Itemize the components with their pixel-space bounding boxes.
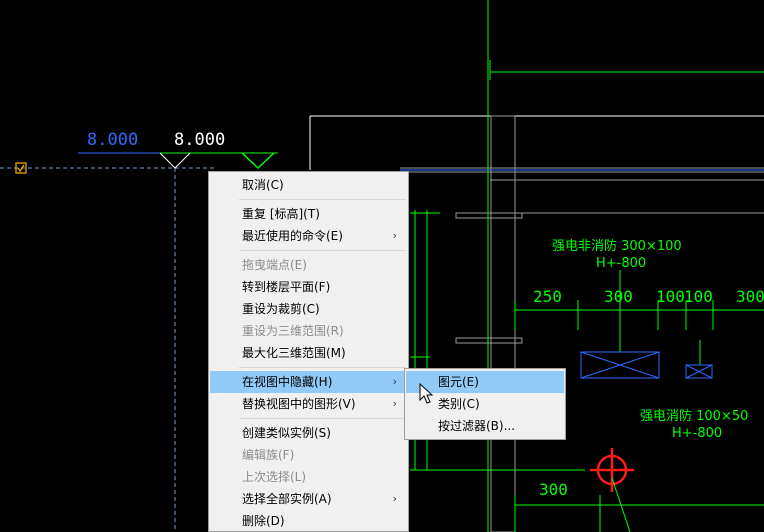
dimension-label: 300 [736, 287, 764, 306]
cable-tray-label: 强电消防 100×50 [640, 408, 748, 424]
menu-item-maximize-3d-extents[interactable]: 最大化三维范围(M) [210, 342, 407, 364]
mouse-pointer-icon [419, 383, 433, 404]
menu-item-cancel[interactable]: 取消(C) [210, 174, 407, 196]
context-menu: 取消(C) 重复 [标高](T) 最近使用的命令(E) › 拖曳端点(E) 转到楼… [208, 171, 409, 532]
menu-item-hide-in-view[interactable]: 在视图中隐藏(H) › [210, 371, 407, 393]
cable-tray-elevation: H+-800 [596, 256, 646, 271]
menu-item-edit-family: 编辑族(F) [242, 448, 295, 462]
menu-item-repeat[interactable]: 重复 [标高](T) [210, 203, 407, 225]
submenu-item-by-filter[interactable]: 按过滤器(B)... [406, 415, 564, 437]
dimension-label: 300 [604, 287, 633, 306]
menu-item-create-similar[interactable]: 创建类似实例(S) [210, 422, 407, 444]
chevron-right-icon: › [392, 375, 397, 388]
menu-item-recent-commands[interactable]: 最近使用的命令(E) › [210, 225, 407, 247]
menu-item-last-selection: 上次选择(L) [242, 470, 307, 484]
menu-item-override-graphics[interactable]: 替换视图中的图形(V) › [210, 393, 407, 415]
elevation-label: 8.000 [87, 130, 138, 150]
menu-item-reset-to-3d-extents: 重设为三维范围(R) [242, 324, 344, 338]
chevron-right-icon: › [392, 397, 397, 410]
cable-tray-label: 强电非消防 300×100 [552, 238, 682, 254]
menu-item-drag-endpoint: 拖曳端点(E) [242, 258, 307, 272]
elevation-label: 8.000 [174, 130, 225, 150]
dimension-label: 300 [539, 480, 568, 499]
level-markers[interactable]: 8.000 8.000 [15, 130, 278, 174]
dimension-label: 100 [684, 287, 713, 306]
dimension-label: 250 [533, 287, 562, 306]
menu-item-delete[interactable]: 删除(D) [210, 510, 407, 532]
crosshair-marker-icon[interactable] [590, 448, 634, 492]
dimension-label: 100 [656, 287, 685, 306]
chevron-right-icon: › [392, 229, 397, 242]
cable-tray-section[interactable] [580, 351, 713, 379]
cable-tray-elevation: H+-800 [672, 426, 722, 441]
menu-item-go-to-floor-plan[interactable]: 转到楼层平面(F) [210, 276, 407, 298]
menu-item-reset-to-crop[interactable]: 重设为裁剪(C) [210, 298, 407, 320]
chevron-right-icon: › [392, 492, 397, 505]
menu-item-select-all-instances[interactable]: 选择全部实例(A) › [210, 488, 407, 510]
